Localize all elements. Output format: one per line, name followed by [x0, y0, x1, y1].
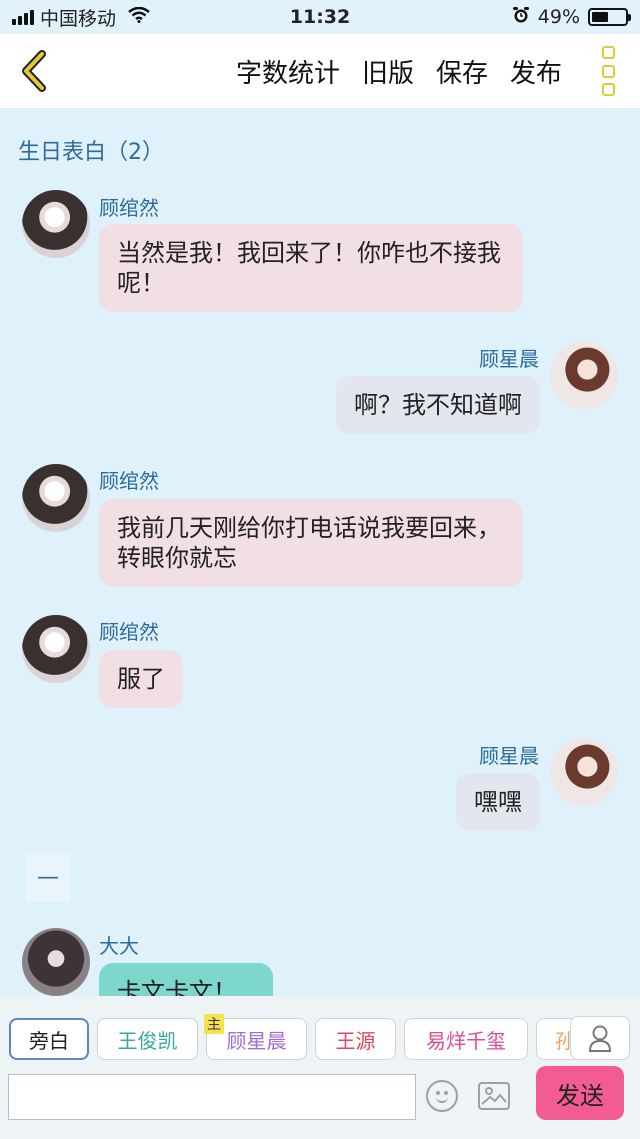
avatar[interactable]: [22, 928, 90, 996]
more-menu-button[interactable]: [598, 46, 618, 96]
message-bubble[interactable]: 卡文卡文！: [99, 963, 273, 996]
status-left: 中国移动: [12, 4, 150, 31]
avatar[interactable]: [22, 615, 90, 683]
signal-icon: [12, 9, 34, 25]
carrier-label: 中国移动: [40, 7, 117, 30]
narration-item[interactable]: —: [26, 852, 70, 902]
role-chip[interactable]: 王俊凯: [97, 1018, 198, 1060]
avatar[interactable]: [550, 738, 618, 806]
chevron-left-icon: [22, 50, 46, 92]
host-badge: 主: [204, 1014, 224, 1034]
avatar[interactable]: [22, 190, 90, 258]
role-selector: 旁白 王俊凯 顾星晨 主 王源 易烊千玺 孙: [0, 1010, 640, 1066]
send-button[interactable]: 发送: [536, 1066, 624, 1120]
role-chip[interactable]: 王源: [315, 1018, 396, 1060]
bottom-panel: 旁白 王俊凯 顾星晨 主 王源 易烊千玺 孙 发送: [0, 996, 640, 1139]
message-bubble[interactable]: 啊？我不知道啊: [336, 376, 540, 434]
avatar[interactable]: [22, 464, 90, 532]
sender-name: 大大: [99, 934, 139, 958]
message-input[interactable]: [8, 1074, 416, 1120]
status-bar: 中国移动 11:32 49%: [0, 0, 640, 34]
alarm-icon: [512, 6, 530, 29]
role-chip[interactable]: 易烊千玺: [404, 1018, 528, 1060]
sender-name: 顾绾然: [99, 196, 159, 220]
image-icon[interactable]: [478, 1082, 510, 1110]
old-version-button[interactable]: 旧版: [362, 53, 414, 90]
menu-dot-icon: [601, 83, 615, 96]
menu-dot-icon: [601, 64, 615, 78]
menu-dot-icon: [601, 46, 615, 59]
emoji-mouth: [436, 1096, 448, 1103]
message-bubble[interactable]: 服了: [99, 650, 183, 708]
sender-name: 顾绾然: [99, 469, 159, 493]
message-bubble[interactable]: 我前几天刚给你打电话说我要回来，转眼你就忘: [99, 499, 523, 587]
publish-button[interactable]: 发布: [510, 53, 562, 90]
word-count-button[interactable]: 字数统计: [236, 53, 340, 90]
toolbar-actions: 字数统计 旧版 保存 发布: [236, 34, 562, 108]
avatar[interactable]: [550, 341, 618, 409]
status-time: 11:32: [289, 6, 351, 28]
battery-fill: [592, 12, 608, 22]
battery-percent: 49%: [537, 6, 580, 28]
wifi-icon: [128, 6, 150, 28]
message-bubble[interactable]: 嘿嘿: [456, 773, 540, 831]
input-row: 发送: [0, 1066, 640, 1130]
back-button[interactable]: [14, 48, 54, 94]
message-bubble[interactable]: 当然是我！我回来了！你咋也不接我呢！: [99, 224, 523, 312]
role-manage-button[interactable]: [570, 1016, 630, 1060]
sender-name: 顾星晨: [479, 744, 539, 768]
save-button[interactable]: 保存: [436, 53, 488, 90]
chapter-title: 生日表白（2）: [18, 140, 164, 165]
sender-name: 顾星晨: [479, 347, 539, 371]
status-right: 49%: [512, 6, 631, 29]
sender-name: 顾绾然: [99, 620, 159, 644]
toolbar: 字数统计 旧版 保存 发布: [0, 34, 640, 108]
role-chip-narrator[interactable]: 旁白: [9, 1018, 89, 1060]
user-icon: [588, 1025, 612, 1052]
emoji-icon[interactable]: [426, 1080, 458, 1112]
battery-icon: [588, 8, 631, 26]
image-glyph: [481, 1087, 507, 1105]
chat-area[interactable]: 生日表白（2） 顾绾然 当然是我！我回来了！你咋也不接我呢！ 顾星晨 啊？我不知…: [0, 108, 640, 996]
